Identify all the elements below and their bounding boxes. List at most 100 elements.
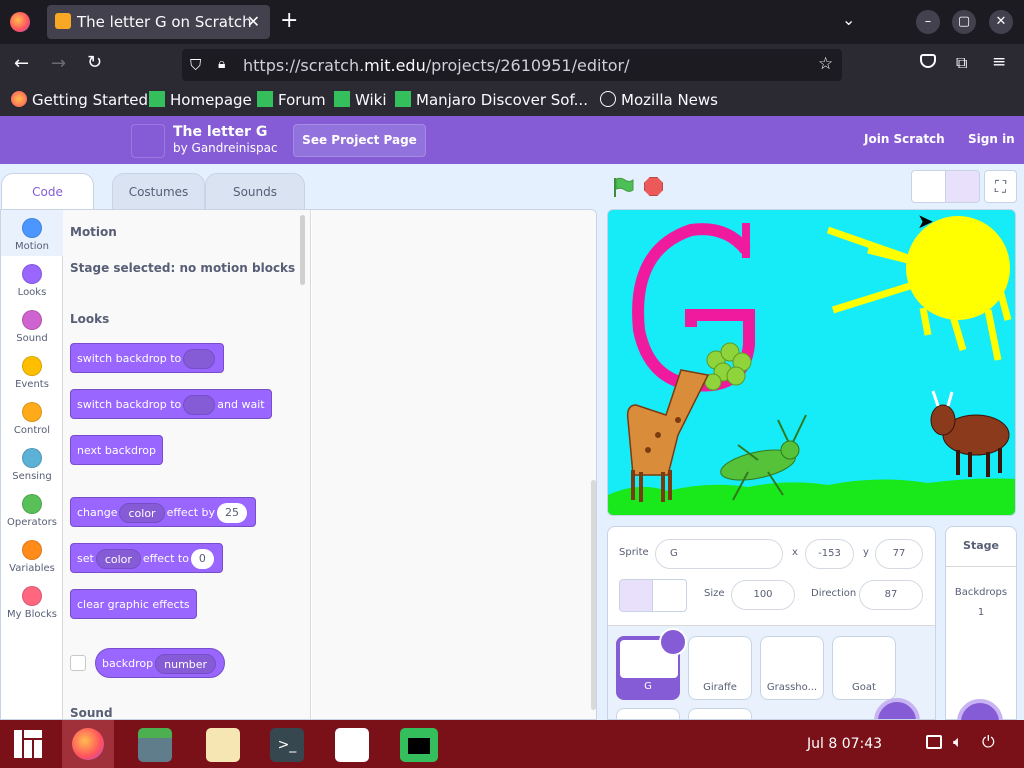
tab-sounds[interactable]: Sounds [205,173,305,209]
backdrop-reporter-block[interactable]: backdrop number [95,648,226,678]
category-looks[interactable]: Looks [1,256,63,302]
large-stage-button[interactable] [945,170,980,203]
add-sprite-button[interactable] [874,698,920,719]
maximize-window-icon[interactable]: ▢ [952,10,976,34]
effect-amount-input[interactable]: 25 [217,503,248,523]
stop-icon[interactable] [644,177,663,196]
sprite-tile[interactable] [688,708,752,719]
x-position-input[interactable]: -153 [805,539,854,569]
url-text[interactable]: https://scratch.mit.edu/projects/2610951… [243,56,629,75]
text-editor-icon[interactable] [206,728,240,762]
show-sprite-button[interactable] [619,579,653,612]
category-events[interactable]: Events [1,348,63,394]
minimize-window-icon[interactable]: – [916,10,940,34]
small-stage-button[interactable] [911,170,946,203]
see-project-page-button[interactable]: See Project Page [293,124,426,157]
software-manager-icon[interactable] [335,728,369,762]
stage-selector[interactable]: Stage Backdrops 1 [945,526,1017,745]
category-sound[interactable]: Sound [1,302,63,348]
firefox-icon [72,728,104,760]
bookmark-forum[interactable]: Forum [257,91,326,109]
next-backdrop-block[interactable]: next backdrop [70,435,163,465]
manjaro-icon [257,91,273,107]
join-scratch-link[interactable]: Join Scratch [864,132,945,146]
firefox-menu-icon[interactable] [10,12,30,32]
category-motion[interactable]: Motion [1,210,63,256]
clock[interactable]: Jul 8 07:43 [807,736,882,752]
category-my-blocks[interactable]: My Blocks [1,578,63,624]
effect-value-input[interactable]: 0 [190,549,214,569]
clipboard-icon[interactable] [926,735,942,749]
bookmark-star-icon[interactable]: ☆ [818,54,833,74]
sprite-label: Sprite [619,547,649,558]
sprite-tile-grasshopper[interactable]: Grassho... [760,636,824,700]
manjaro-menu-icon[interactable] [14,730,42,758]
clear-graphic-effects-block[interactable]: clear graphic effects [70,589,197,619]
direction-input[interactable]: 87 [859,580,923,610]
reporter-checkbox[interactable] [70,655,86,671]
close-window-icon[interactable]: ✕ [989,10,1013,34]
sprite-name-input[interactable]: G [655,539,783,569]
forward-arrow-icon[interactable]: → [51,53,66,74]
change-effect-block[interactable]: change color effect by 25 [70,497,257,527]
switch-backdrop-and-wait-block[interactable]: switch backdrop to and wait [70,389,272,419]
bookmark-wiki[interactable]: Wiki [334,91,387,109]
palette-scrollbar[interactable] [300,215,305,285]
sprite-tile[interactable] [616,708,680,719]
hide-sprite-button[interactable] [652,579,687,612]
volume-icon[interactable]: 🔈︎ [953,732,963,752]
reload-icon[interactable]: ↻ [87,52,102,73]
category-control[interactable]: Control [1,394,63,440]
sign-in-link[interactable]: Sign in [968,132,1015,146]
bookmark-mozilla-news[interactable]: Mozilla News [600,91,718,109]
size-input[interactable]: 100 [731,580,795,610]
scratch-menu-bar: The letter G by Gandreinispac See Projec… [0,116,1024,164]
fullscreen-icon[interactable]: ⛶ [984,170,1017,203]
category-operators[interactable]: Operators [1,486,63,532]
terminal-icon[interactable]: >_ [270,728,304,762]
tab-costumes[interactable]: Costumes [112,173,205,209]
firefox-taskbar-button[interactable] [62,720,114,768]
looks-heading: Looks [70,312,110,326]
set-effect-block[interactable]: set color effect to 0 [70,543,223,573]
url-bar[interactable]: ⛉ 🔒︎ https://scratch.mit.edu/projects/26… [182,49,842,81]
bookmark-manjaro-discover[interactable]: Manjaro Discover Sof... [395,91,588,109]
green-flag-icon[interactable] [612,176,634,202]
file-manager-icon[interactable] [138,728,172,762]
y-position-input[interactable]: 77 [875,539,923,569]
effect-dropdown[interactable]: color [119,503,165,523]
project-author[interactable]: by Gandreinispac [173,141,278,155]
switch-backdrop-block[interactable]: switch backdrop to [70,343,225,373]
mouse-cursor-icon: ➤ [917,209,934,233]
delete-sprite-button[interactable] [659,628,687,656]
lock-icon[interactable]: 🔒︎ [218,56,225,72]
script-scrollbar[interactable] [591,480,596,710]
list-tabs-chevron-down-icon[interactable]: ⌄ [842,10,855,29]
window-thumbnail-icon[interactable] [400,728,438,762]
stage-canvas[interactable] [607,209,1016,516]
backdrop-property-dropdown[interactable]: number [155,654,217,674]
pocket-icon[interactable] [920,54,936,68]
close-tab-icon[interactable]: ✕ [247,12,260,31]
hamburger-menu-icon[interactable]: ≡ [992,52,1006,72]
sprite-tile-goat[interactable]: Goat [832,636,896,700]
backdrop-dropdown[interactable] [183,395,216,415]
script-area[interactable] [312,210,596,719]
bookmarks-toolbar: Getting Started Homepage Forum Wiki Manj… [0,86,1024,116]
new-tab-icon[interactable]: + [280,8,298,33]
category-sensing[interactable]: Sensing [1,440,63,486]
sprite-info-pane: Sprite G x -153 y 77 Size 100 Direction … [607,526,936,720]
bookmark-homepage[interactable]: Homepage [149,91,252,109]
category-label: Variables [9,563,55,574]
back-arrow-icon[interactable]: ← [14,53,29,74]
browser-tab[interactable]: The letter G on Scratch ✕ [47,5,270,39]
backdrop-dropdown[interactable] [183,349,216,369]
tracking-shield-icon[interactable]: ⛉ [190,56,201,74]
effect-dropdown[interactable]: color [95,549,141,569]
sprite-tile-giraffe[interactable]: Giraffe [688,636,752,700]
extensions-icon[interactable]: ⧉ [956,53,967,73]
category-variables[interactable]: Variables [1,532,63,578]
power-icon[interactable]: ⏻ [982,732,995,752]
bookmark-getting-started[interactable]: Getting Started [11,91,148,109]
tab-code[interactable]: Code [1,173,94,209]
